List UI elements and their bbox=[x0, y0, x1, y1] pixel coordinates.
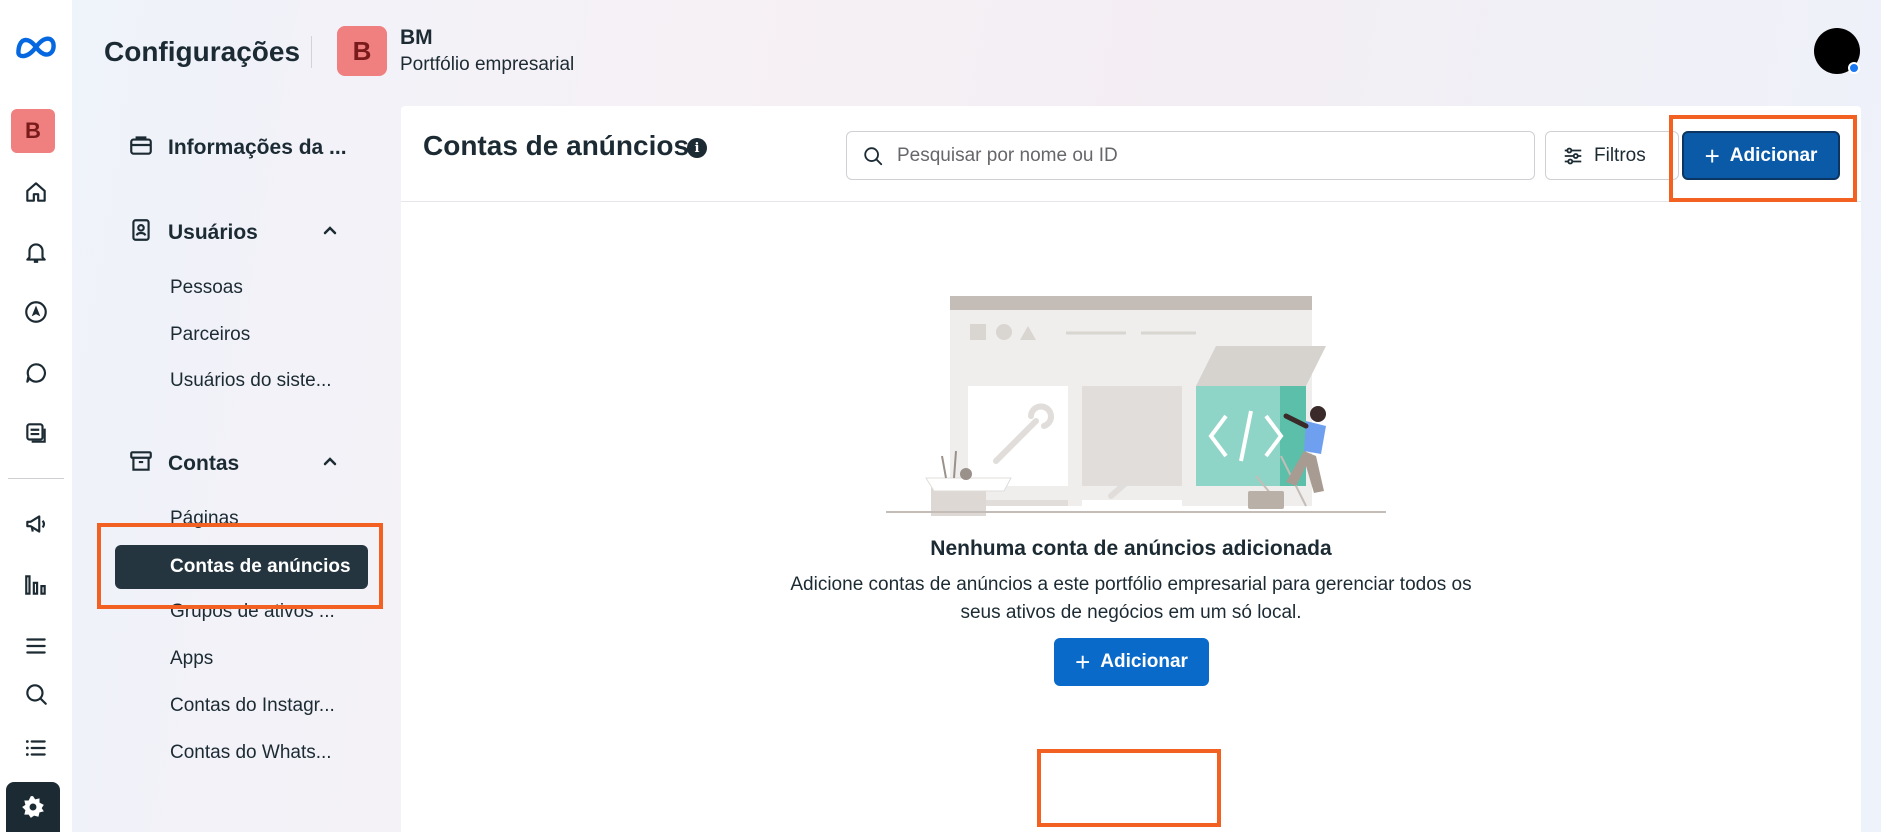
sliders-icon bbox=[1564, 147, 1582, 164]
rail-divider bbox=[8, 478, 64, 479]
sidebar-item-partners[interactable]: Parceiros bbox=[170, 324, 250, 346]
left-rail: B bbox=[0, 0, 72, 832]
info-icon[interactable]: i bbox=[687, 138, 707, 158]
chevron-up-icon[interactable] bbox=[320, 451, 340, 471]
sidebar-section-label: Contas bbox=[168, 452, 240, 475]
sidebar-item-label: Informações da ... bbox=[168, 136, 347, 159]
panel-toolbar: Contas de anúncios i Filtros + Adicionar bbox=[401, 106, 1861, 202]
filters-label: Filtros bbox=[1594, 144, 1646, 166]
analytics-icon[interactable] bbox=[12, 563, 60, 607]
id-badge-icon bbox=[128, 217, 154, 249]
chevron-up-icon[interactable] bbox=[320, 220, 340, 240]
business-name[interactable]: BM bbox=[400, 26, 433, 50]
sidebar-item-instagram-accounts[interactable]: Contas do Instagr... bbox=[170, 695, 335, 717]
empty-state-description: Adicione contas de anúncios a este portf… bbox=[790, 574, 1472, 623]
bell-icon[interactable] bbox=[12, 230, 60, 274]
compass-icon[interactable] bbox=[12, 290, 60, 334]
highlight-box-nav bbox=[97, 523, 383, 609]
sidebar-item-people[interactable]: Pessoas bbox=[170, 277, 243, 299]
empty-state-add-button[interactable]: + Adicionar bbox=[1054, 638, 1209, 686]
search-field[interactable] bbox=[846, 131, 1535, 180]
highlight-box-add-mid bbox=[1037, 749, 1221, 827]
profile-status-dot bbox=[1848, 62, 1860, 74]
pages-icon[interactable] bbox=[12, 411, 60, 455]
highlight-box-add-top bbox=[1669, 115, 1857, 202]
sidebar-item-apps[interactable]: Apps bbox=[170, 648, 213, 670]
menu-icon[interactable] bbox=[12, 624, 60, 668]
home-icon[interactable] bbox=[12, 170, 60, 214]
business-avatar-header[interactable]: B bbox=[337, 26, 387, 76]
briefcase-icon bbox=[128, 132, 154, 164]
list-icon[interactable] bbox=[12, 726, 60, 770]
gear-icon[interactable] bbox=[6, 782, 60, 832]
empty-state-title: Nenhuma conta de anúncios adicionada bbox=[930, 537, 1332, 560]
filters-button[interactable]: Filtros bbox=[1545, 131, 1679, 180]
search-icon bbox=[864, 147, 883, 166]
sidebar-item-whatsapp-accounts[interactable]: Contas do Whats... bbox=[170, 742, 332, 764]
add-button-label: Adicionar bbox=[1100, 651, 1188, 672]
archive-icon bbox=[128, 448, 154, 480]
empty-state-illustration bbox=[886, 296, 1386, 516]
search-input[interactable] bbox=[897, 140, 1517, 172]
page-title: Configurações bbox=[104, 36, 301, 67]
sidebar-item-business-info[interactable]: Informações da ... bbox=[128, 132, 347, 164]
panel-title: Contas de anúncios bbox=[423, 130, 690, 161]
business-type: Portfólio empresarial bbox=[400, 54, 575, 75]
business-avatar[interactable]: B bbox=[11, 109, 55, 153]
megaphone-icon[interactable] bbox=[12, 502, 60, 546]
meta-logo-icon[interactable] bbox=[12, 24, 60, 68]
sidebar-section-users[interactable]: Usuários bbox=[128, 217, 258, 249]
sidebar-item-system-users[interactable]: Usuários do siste... bbox=[170, 370, 332, 392]
sidebar-section-label: Usuários bbox=[168, 221, 258, 244]
sidebar-section-accounts[interactable]: Contas bbox=[128, 448, 239, 480]
search-icon[interactable] bbox=[12, 672, 60, 716]
plus-icon: + bbox=[1075, 647, 1091, 677]
main-panel: Contas de anúncios i Filtros + Adicionar bbox=[401, 106, 1861, 832]
header-divider bbox=[311, 36, 312, 68]
chat-icon[interactable] bbox=[12, 351, 60, 395]
